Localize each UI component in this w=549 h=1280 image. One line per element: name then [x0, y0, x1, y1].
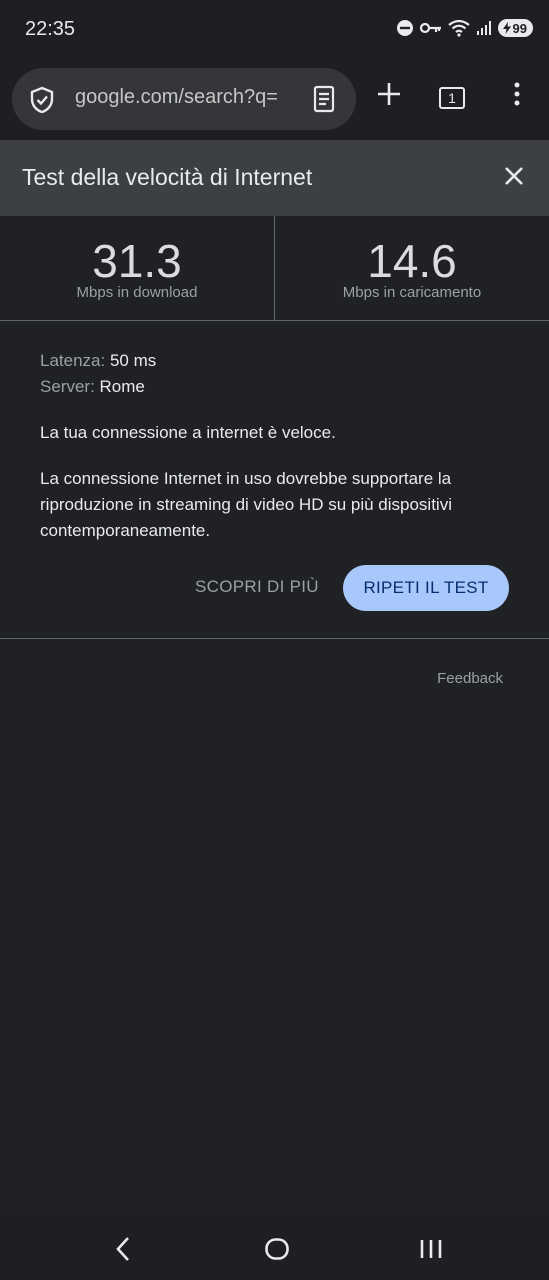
reader-icon[interactable]	[313, 85, 335, 113]
bolt-icon	[502, 22, 511, 34]
feedback-link[interactable]: Feedback	[437, 670, 503, 687]
status-time: 22:35	[25, 18, 76, 40]
download-value: 31.3	[92, 235, 182, 287]
tab-switcher-icon[interactable]: 1	[439, 87, 465, 109]
download-label: Mbps in download	[76, 284, 198, 301]
speed-test-title: Test della velocità di Internet	[22, 164, 313, 190]
wifi-icon	[447, 19, 470, 37]
address-bar[interactable]: google.com/search?q=	[12, 68, 356, 130]
back-icon[interactable]	[114, 1236, 132, 1262]
upload-label: Mbps in caricamento	[342, 284, 482, 301]
latency-row: Latenza: 50 ms	[40, 348, 510, 374]
browser-toolbar: google.com/search?q= 1	[0, 62, 549, 140]
close-icon[interactable]	[503, 165, 525, 187]
system-nav-bar	[0, 1216, 549, 1280]
speed-test-header: Test della velocità di Internet	[0, 140, 549, 216]
home-icon[interactable]	[264, 1236, 290, 1262]
server-row: Server: Rome	[40, 374, 510, 400]
status-bar: 22:35 99	[0, 0, 549, 62]
upload-value: 14.6	[367, 235, 457, 287]
url-text[interactable]: google.com/search?q=	[75, 86, 290, 109]
download-result: 31.3 Mbps in download	[0, 216, 275, 320]
learn-more-button[interactable]: SCOPRI DI PIÙ	[189, 565, 325, 611]
recent-apps-icon[interactable]	[419, 1236, 443, 1262]
battery-level: 99	[512, 20, 527, 36]
server-value: Rome	[99, 377, 145, 396]
summary-text: La tua connessione a internet è veloce.	[40, 423, 336, 442]
speed-details: Latenza: 50 ms Server: Rome La tua conne…	[40, 348, 510, 544]
shield-icon[interactable]	[29, 86, 55, 114]
retry-test-button[interactable]: RIPETI IL TEST	[343, 565, 509, 611]
signal-icon	[476, 21, 491, 35]
latency-value: 50 ms	[109, 351, 157, 370]
status-icons: 99	[396, 19, 533, 37]
server-label: Server:	[40, 377, 95, 396]
speed-results: 31.3 Mbps in download 14.6 Mbps in caric…	[0, 216, 549, 321]
key-icon	[419, 22, 441, 34]
battery-icon: 99	[497, 19, 533, 37]
divider	[0, 638, 549, 639]
description-text: La connessione Internet in uso dovrebbe …	[40, 469, 452, 540]
overflow-menu-icon[interactable]	[511, 80, 523, 108]
do-not-disturb-icon	[396, 20, 413, 36]
upload-result: 14.6 Mbps in caricamento	[275, 216, 549, 320]
new-tab-icon[interactable]	[375, 80, 403, 108]
latency-label: Latenza:	[40, 351, 106, 370]
tab-count: 1	[448, 90, 456, 106]
